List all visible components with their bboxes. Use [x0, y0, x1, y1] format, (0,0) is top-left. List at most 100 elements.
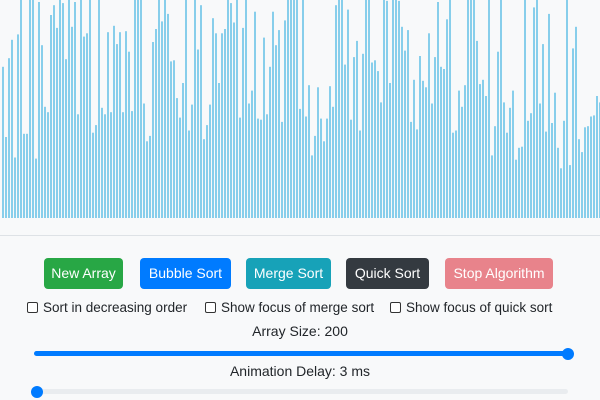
array-bar [287, 0, 289, 218]
array-bar [170, 61, 172, 218]
array-bar [167, 13, 169, 218]
animation-delay-slider-thumb[interactable] [31, 386, 43, 398]
array-bar [341, 0, 343, 218]
array-bar [68, 0, 70, 218]
array-bar [446, 19, 448, 218]
array-bar [506, 132, 508, 218]
array-bar [86, 33, 88, 218]
animation-delay-slider[interactable] [34, 389, 568, 394]
array-bar [32, 0, 34, 218]
array-bar [26, 133, 28, 218]
array-bar [497, 51, 499, 218]
array-bar [83, 36, 85, 218]
array-bar [188, 130, 190, 218]
array-bar [332, 106, 334, 218]
array-bar [587, 126, 589, 218]
array-bar [92, 132, 94, 218]
merge-focus-checkbox[interactable] [205, 302, 216, 313]
array-bar [443, 69, 445, 218]
array-bar [563, 120, 565, 218]
array-bar [248, 103, 250, 218]
array-bar [536, 0, 538, 218]
array-bar [206, 125, 208, 218]
array-bar [230, 3, 232, 218]
array-size-slider-thumb[interactable] [562, 347, 574, 360]
array-bar [224, 29, 226, 218]
array-bar [431, 103, 433, 218]
quick-focus-label: Show focus of quick sort [406, 300, 553, 315]
array-bar [269, 66, 271, 218]
array-bar [377, 71, 379, 218]
array-bar [17, 34, 19, 218]
array-bar [470, 0, 472, 218]
quick-sort-button[interactable]: Quick Sort [346, 258, 429, 289]
array-bar [419, 56, 421, 218]
array-bar [11, 39, 13, 218]
array-size-slider[interactable] [34, 351, 568, 356]
array-bar [284, 20, 286, 218]
decreasing-order-checkbox[interactable] [27, 302, 38, 313]
array-bar [191, 104, 193, 218]
array-bar [8, 58, 10, 218]
array-bar [47, 112, 49, 218]
array-bar [296, 0, 298, 218]
array-bar [335, 5, 337, 218]
array-bar [38, 2, 40, 218]
array-bar [404, 50, 406, 218]
array-bar [572, 48, 574, 218]
array-bar [452, 132, 454, 218]
array-bar [515, 159, 517, 218]
quick-focus-checkbox[interactable] [390, 302, 401, 313]
array-bar [317, 87, 319, 218]
array-bar [464, 85, 466, 218]
array-bar [566, 0, 568, 218]
array-bar [266, 114, 268, 218]
array-bar [362, 53, 364, 218]
decreasing-order-option[interactable]: Sort in decreasing order [27, 300, 187, 315]
array-bar [461, 106, 463, 218]
merge-focus-option[interactable]: Show focus of merge sort [205, 300, 374, 315]
array-bar [473, 0, 475, 218]
array-bar [560, 168, 562, 218]
quick-focus-option[interactable]: Show focus of quick sort [390, 300, 552, 315]
array-bar [239, 117, 241, 218]
array-bar [305, 116, 307, 218]
bubble-sort-button[interactable]: Bubble Sort [140, 258, 231, 289]
array-bar [290, 0, 292, 218]
array-bar [590, 116, 592, 218]
array-bar [197, 49, 199, 218]
merge-sort-button[interactable]: Merge Sort [246, 258, 331, 289]
array-bar [194, 0, 196, 218]
array-bar [416, 129, 418, 218]
array-bar [509, 107, 511, 218]
array-bar [113, 25, 115, 218]
array-bar [95, 125, 97, 218]
array-bar [152, 42, 154, 218]
array-bar [155, 29, 157, 218]
array-bar [314, 135, 316, 218]
array-bar [530, 113, 532, 218]
array-bar [56, 27, 58, 218]
array-bar [134, 0, 136, 218]
array-bar [413, 79, 415, 218]
array-bar [320, 118, 322, 218]
array-bar [254, 11, 256, 218]
array-bar [467, 0, 469, 218]
array-bar [110, 112, 112, 218]
array-bar [143, 103, 145, 218]
array-bar [2, 66, 4, 218]
array-visualization [0, 0, 600, 218]
array-bar [125, 31, 127, 218]
stop-algorithm-button[interactable]: Stop Algorithm [445, 258, 553, 289]
array-bar [161, 21, 163, 218]
array-bar [179, 117, 181, 218]
array-bar [386, 0, 388, 218]
array-bar [77, 114, 79, 218]
array-bar [176, 98, 178, 218]
array-bar [353, 57, 355, 218]
array-bar [227, 0, 229, 218]
new-array-button[interactable]: New Array [44, 258, 123, 289]
array-bar [401, 26, 403, 218]
array-bar [542, 44, 544, 218]
array-bar [311, 155, 313, 218]
